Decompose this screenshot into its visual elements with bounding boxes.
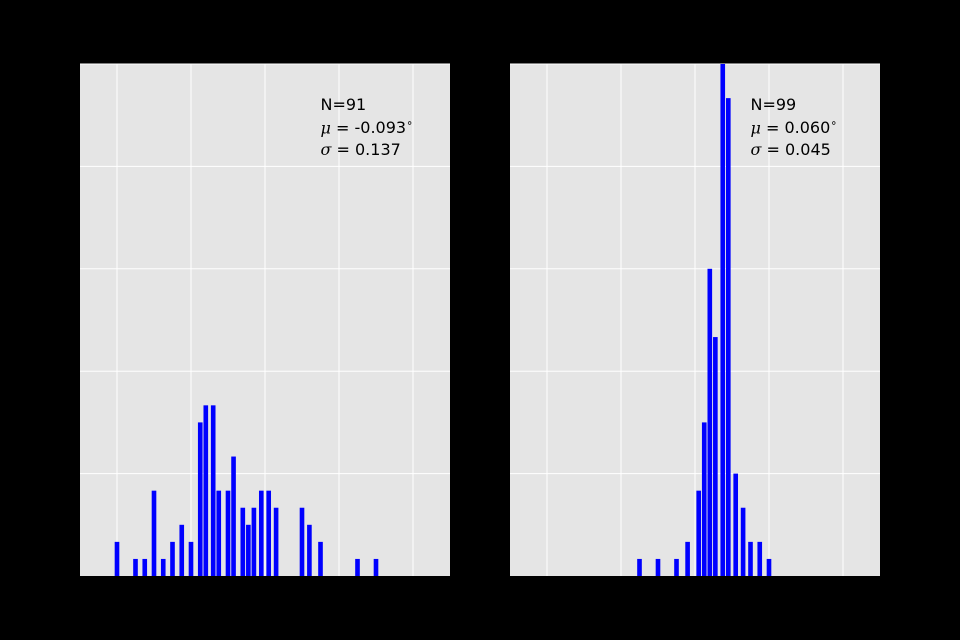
histogram-bar <box>374 559 379 576</box>
histogram-bar <box>318 542 323 576</box>
sigma-value: 0.045 <box>785 140 831 159</box>
histogram-bar <box>211 405 216 576</box>
histogram-bar <box>203 405 208 576</box>
histogram-bar <box>246 525 251 576</box>
histogram-bar <box>757 542 762 576</box>
histogram-bar <box>161 559 166 576</box>
annotation-n: N=91 <box>321 94 414 116</box>
mu-value: 0.060∘ <box>784 118 837 137</box>
histogram-bar <box>674 559 679 576</box>
histogram-bar <box>115 542 120 576</box>
histogram-bar <box>720 64 725 576</box>
histogram-bar <box>179 525 184 576</box>
right-histogram-annotation: N=99 μ = 0.060∘ σ = 0.045 <box>751 94 838 160</box>
histogram-bar <box>355 559 360 576</box>
histogram-bar <box>259 491 264 576</box>
histogram-bar <box>226 491 231 576</box>
histogram-bar <box>231 457 236 576</box>
histogram-bar <box>685 542 690 576</box>
histogram-bar <box>189 542 194 576</box>
histogram-bar <box>198 422 203 576</box>
histogram-bar <box>240 508 245 576</box>
sigma-value: 0.137 <box>355 140 401 159</box>
histogram-bar <box>216 491 221 576</box>
histogram-bar <box>696 491 701 576</box>
histogram-bar <box>142 559 147 576</box>
histogram-bar <box>702 422 707 576</box>
left-histogram-annotation: N=91 μ = -0.093∘ σ = 0.137 <box>321 94 414 160</box>
histogram-bar <box>152 491 157 576</box>
histogram-bar <box>274 508 279 576</box>
histogram-bar <box>767 559 772 576</box>
histogram-bar <box>252 508 257 576</box>
right-histogram-axes: N=99 μ = 0.060∘ σ = 0.045 <box>510 64 880 576</box>
histogram-bar <box>733 474 738 576</box>
histogram-bar <box>300 508 305 576</box>
histogram-bar <box>726 98 731 576</box>
annotation-mu: μ = -0.093∘ <box>321 116 414 139</box>
mu-value: -0.093∘ <box>354 118 413 137</box>
figure: N=91 μ = -0.093∘ σ = 0.137 N=99 μ = 0.06… <box>0 0 960 640</box>
annotation-sigma: σ = 0.137 <box>321 139 414 161</box>
histogram-bar <box>741 508 746 576</box>
histogram-bar <box>170 542 175 576</box>
annotation-sigma: σ = 0.045 <box>751 139 838 161</box>
histogram-bar <box>707 269 712 576</box>
histogram-bar <box>637 559 642 576</box>
histogram-bar <box>713 337 718 576</box>
histogram-bar <box>266 491 271 576</box>
annotation-mu: μ = 0.060∘ <box>751 116 838 139</box>
histogram-bar <box>307 525 312 576</box>
left-histogram-axes: N=91 μ = -0.093∘ σ = 0.137 <box>80 64 450 576</box>
annotation-n: N=99 <box>751 94 838 116</box>
histogram-bar <box>656 559 661 576</box>
histogram-bar <box>133 559 138 576</box>
histogram-bar <box>748 542 753 576</box>
